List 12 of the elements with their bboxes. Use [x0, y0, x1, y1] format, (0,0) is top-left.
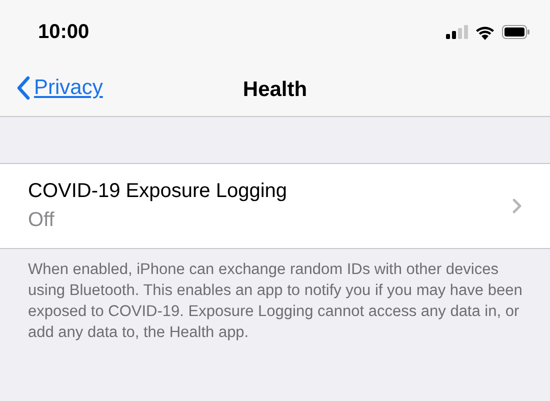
back-link[interactable]: Privacy [16, 76, 103, 100]
signal-icon [446, 25, 468, 39]
battery-icon [502, 25, 530, 39]
footer-text: When enabled, iPhone can exchange random IDs with other devices using Bluetooth. This enables an app to notify you if you may have been exposed to COVID-19. Exposure Logging cannot access any data in, or add any data to, the Health app. [28, 260, 524, 343]
status-time: 10:00 [38, 20, 90, 44]
row-title: COVID-19 Exposure Logging [28, 180, 288, 203]
settings-row[interactable]: COVID-19 Exposure Logging Off [0, 164, 550, 248]
back-chevron-icon [16, 76, 30, 100]
nav-title: Health [242, 78, 308, 102]
chevron-icon [512, 198, 522, 214]
row-value: Off [28, 209, 56, 232]
wifi-icon [475, 24, 495, 40]
